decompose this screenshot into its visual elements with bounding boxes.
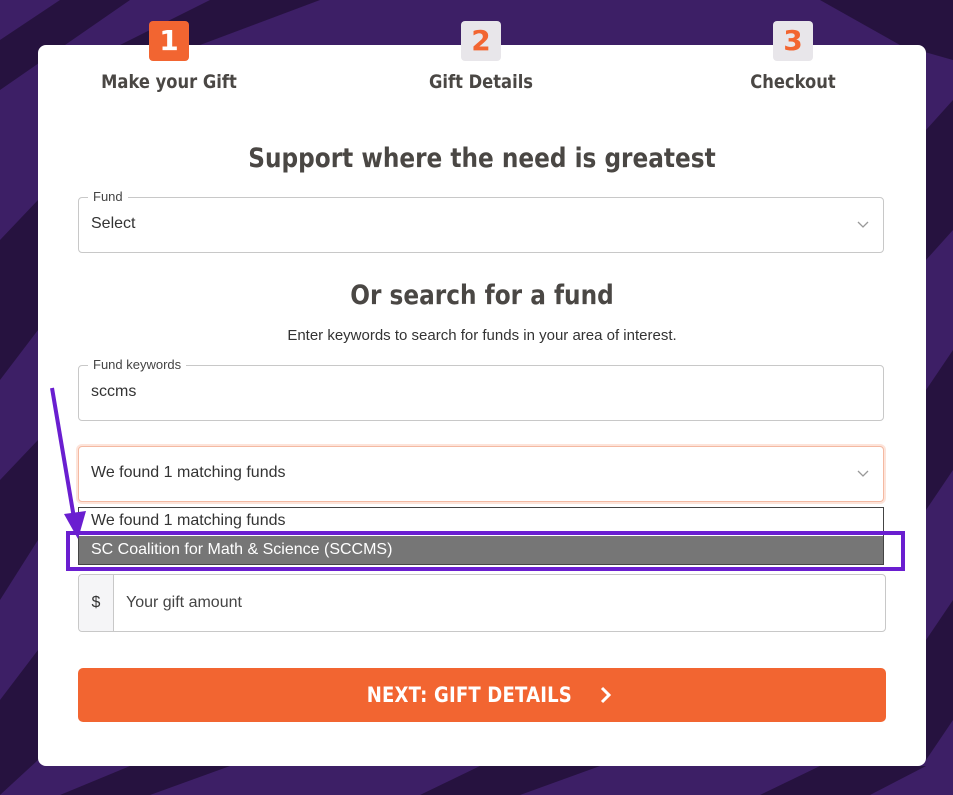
fund-select-value: Select xyxy=(91,215,136,232)
fund-keywords-input[interactable]: Fund keywords sccms xyxy=(78,357,884,421)
gift-amount-placeholder: Your gift amount xyxy=(126,594,242,611)
chevron-right-icon xyxy=(600,686,611,704)
annotation-highlight-box xyxy=(66,531,905,571)
main-heading: Support where the need is greatest xyxy=(248,143,716,174)
fund-keywords-label: Fund keywords xyxy=(88,357,187,372)
dropdown-option[interactable]: We found 1 matching funds xyxy=(91,512,286,530)
gift-amount-input[interactable]: $ Your gift amount xyxy=(78,574,886,632)
matching-funds-select[interactable]: We found 1 matching funds xyxy=(78,446,884,502)
currency-prefix: $ xyxy=(79,575,114,631)
search-help-text: Enter keywords to search for funds in yo… xyxy=(287,327,677,344)
step-checkout[interactable]: 3 Checkout xyxy=(713,21,873,93)
step-number-badge: 2 xyxy=(461,21,501,61)
matching-funds-value: We found 1 matching funds xyxy=(91,464,286,481)
step-label: Gift Details xyxy=(428,71,534,93)
step-make-gift[interactable]: 1 Make your Gift xyxy=(89,21,249,93)
fund-select[interactable]: Fund Select xyxy=(78,189,884,253)
chevron-down-icon xyxy=(857,221,869,228)
step-number-badge: 3 xyxy=(773,21,813,61)
step-label: Make your Gift xyxy=(101,71,237,93)
next-button-label: NEXT: GIFT DETAILS xyxy=(367,683,573,707)
step-number-badge: 1 xyxy=(149,21,189,61)
fund-select-label: Fund xyxy=(88,189,128,204)
step-label: Checkout xyxy=(750,71,836,93)
next-gift-details-button[interactable]: NEXT: GIFT DETAILS xyxy=(78,668,886,722)
chevron-down-icon xyxy=(857,470,869,477)
donation-form-card: 1 Make your Gift 2 Gift Details 3 Checko… xyxy=(38,21,926,766)
search-heading: Or search for a fund xyxy=(350,280,614,311)
step-gift-details[interactable]: 2 Gift Details xyxy=(401,21,561,93)
fund-keywords-value: sccms xyxy=(91,383,137,400)
